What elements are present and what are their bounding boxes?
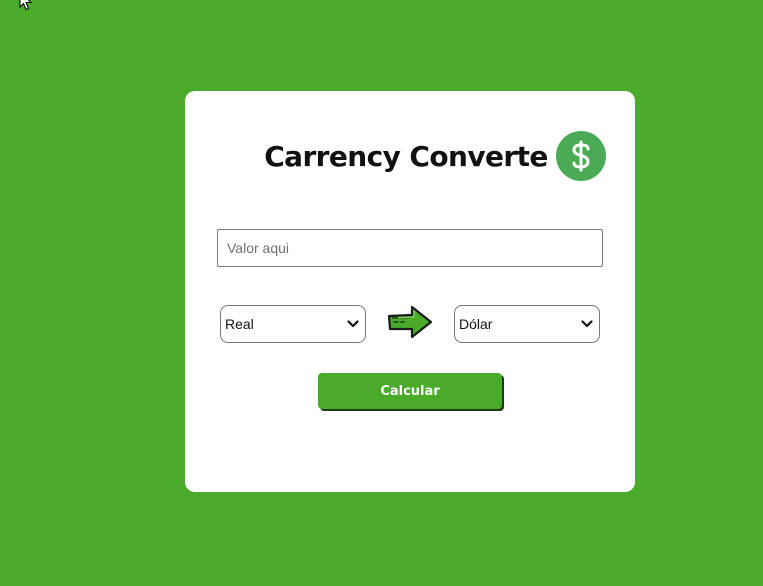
mouse-cursor-icon [19,0,33,11]
chevron-down-icon [347,320,359,328]
header: Carrency Converte [185,131,635,181]
to-currency-label: Dólar [459,316,493,332]
chevron-down-icon [581,320,593,328]
dollar-icon [555,131,606,181]
from-currency-select[interactable]: Real [220,305,366,343]
to-currency-select[interactable]: Dólar [454,305,600,343]
app-title: Carrency Converte [264,139,548,173]
value-input[interactable] [217,229,603,267]
from-currency-label: Real [225,316,254,332]
arrow-right-icon [387,305,433,339]
calculate-button[interactable]: Calcular [318,373,502,409]
dollar-sign-glyph [572,140,590,172]
converter-card: Carrency Converte Real Dólar Calcular [185,91,635,492]
